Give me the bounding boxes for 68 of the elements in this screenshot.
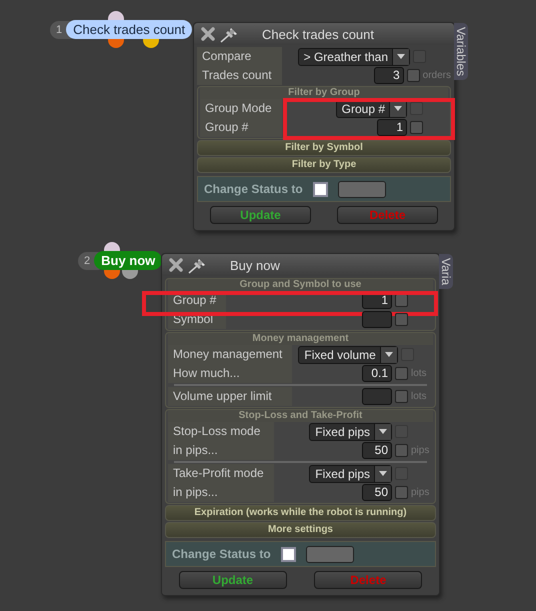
field-label: Trades count <box>197 66 282 85</box>
checkbox[interactable] <box>406 69 420 82</box>
section-title: Stop-Loss and Take-Profit <box>168 410 433 422</box>
input-port[interactable] <box>108 11 124 20</box>
status-field[interactable] <box>306 546 354 562</box>
checkbox[interactable] <box>395 294 408 307</box>
field-label: Money management <box>168 345 292 364</box>
checkbox[interactable] <box>395 313 408 326</box>
input-field[interactable]: 3 <box>374 67 404 84</box>
status-checkbox[interactable] <box>312 182 328 196</box>
output-port[interactable] <box>104 270 120 279</box>
pin-icon[interactable] <box>188 256 208 274</box>
caret-icon <box>379 429 387 434</box>
panel-title: Buy now <box>230 258 280 272</box>
field-label: in pips... <box>168 441 274 460</box>
output-port[interactable] <box>122 270 138 279</box>
field-label: Group Mode <box>200 99 282 118</box>
unit-label: orders <box>422 70 451 82</box>
block-label[interactable]: Check trades count <box>66 20 192 39</box>
variables-tab[interactable]: Varia <box>439 254 453 290</box>
panel-title: Check trades count <box>262 26 374 42</box>
checkbox[interactable] <box>410 121 423 134</box>
field-label: Volume upper limit <box>168 387 292 406</box>
status-label: Change Status to <box>172 547 271 561</box>
field-label: How much... <box>168 364 292 383</box>
dropdown[interactable]: > Greather than <box>298 48 410 66</box>
input-field[interactable]: 50 <box>362 442 392 459</box>
block-label[interactable]: Buy now <box>94 251 162 270</box>
field-label: Take-Profit mode <box>168 464 274 483</box>
variables-tab[interactable]: Variables <box>454 23 468 80</box>
input-field[interactable]: 50 <box>362 484 392 501</box>
section-header[interactable]: More settings <box>165 522 436 538</box>
field-label: in pips... <box>168 483 274 502</box>
section-header[interactable]: Filter by Symbol <box>197 140 451 156</box>
action-button[interactable]: Update <box>210 206 312 224</box>
action-button[interactable]: Update <box>178 571 287 589</box>
dropdown[interactable]: Fixed pips <box>309 422 392 440</box>
section-title: Group and Symbol to use <box>168 279 433 291</box>
close-icon[interactable] <box>200 26 216 42</box>
input-field[interactable]: 0.1 <box>362 365 392 382</box>
status-field[interactable] <box>338 180 386 198</box>
dropdown[interactable]: Fixed pips <box>309 464 392 482</box>
section-header[interactable]: Expiration (works while the robot is running) <box>165 505 436 521</box>
status-checkbox[interactable] <box>280 546 296 562</box>
pin-icon[interactable] <box>220 25 240 43</box>
status-label: Change Status to <box>204 182 303 196</box>
field-label: Group # <box>200 118 282 137</box>
section-title: Money management <box>168 333 433 345</box>
input-field[interactable] <box>362 388 392 405</box>
checkbox[interactable] <box>395 367 408 380</box>
checkbox[interactable] <box>395 486 408 499</box>
section-header[interactable]: Filter by Type <box>197 157 451 173</box>
section-title: Filter by Group <box>200 87 448 99</box>
caret-icon <box>384 352 393 357</box>
output-port[interactable] <box>108 39 124 48</box>
input-field[interactable] <box>362 311 392 328</box>
caret-icon <box>397 54 405 59</box>
dropdown[interactable]: Fixed volume <box>298 346 398 364</box>
caret-icon <box>379 471 387 476</box>
input-field[interactable]: 1 <box>377 119 407 136</box>
close-icon[interactable] <box>168 257 184 273</box>
field-label: Compare <box>197 47 282 66</box>
input-port[interactable] <box>104 242 120 251</box>
field-label: Stop-Loss mode <box>168 422 274 441</box>
checkbox[interactable] <box>395 444 408 457</box>
checkbox[interactable] <box>395 390 408 403</box>
output-port[interactable] <box>143 39 159 48</box>
caret-icon <box>394 106 402 111</box>
